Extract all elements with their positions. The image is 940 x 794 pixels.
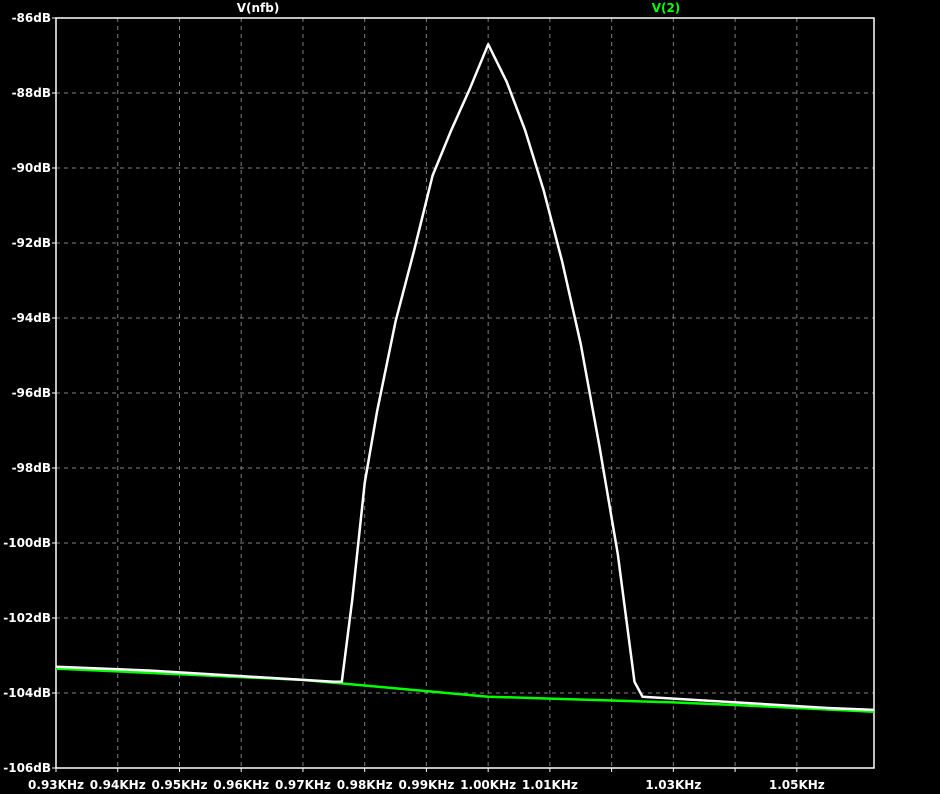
y-tick-label-4: -94dB [12, 311, 51, 325]
legend-entry-1[interactable]: V(2) [652, 1, 681, 15]
series-line-v-nfb [55, 43, 875, 712]
x-tick-label-8: 1.01KHz [522, 778, 578, 792]
series-traces [55, 43, 875, 714]
x-axis-tick-labels: 0.93KHz 0.94KHz 0.95KHz 0.96KHz 0.97KHz 0.98K… [28, 778, 825, 792]
x-tick-label-0: 0.93KHz [28, 778, 84, 792]
grid [52, 17, 874, 772]
x-tick-label-5: 0.98KHz [337, 778, 393, 792]
series-line-v-2 [55, 667, 875, 714]
y-tick-label-9: -104dB [3, 686, 51, 700]
x-tick-label-4: 0.97KHz [275, 778, 331, 792]
y-tick-label-8: -102dB [3, 611, 51, 625]
x-tick-label-6: 0.99KHz [398, 778, 454, 792]
y-axis-tick-labels: -86dB -88dB -90dB -92dB -94dB -96dB -98dB -100d… [3, 11, 51, 775]
y-tick-label-0: -86dB [12, 11, 51, 25]
x-tick-label-3: 0.96KHz [213, 778, 269, 792]
y-tick-label-7: -100dB [3, 536, 51, 550]
legend: V(nfb) V(2) [237, 1, 681, 15]
y-tick-label-2: -90dB [12, 161, 51, 175]
x-tick-label-1: 0.94KHz [90, 778, 146, 792]
frequency-response-plot: -86dB -88dB -90dB -92dB -94dB -96dB -98dB -100d… [3, 1, 875, 792]
y-tick-label-10: -106dB [3, 761, 51, 775]
x-tick-label-9: 1.03KHz [645, 778, 701, 792]
y-tick-label-3: -92dB [12, 236, 51, 250]
x-tick-label-2: 0.95KHz [152, 778, 208, 792]
y-tick-label-5: -96dB [12, 386, 51, 400]
y-tick-label-6: -98dB [12, 461, 51, 475]
x-tick-label-7: 1.00KHz [460, 778, 516, 792]
y-tick-label-1: -88dB [12, 86, 51, 100]
legend-entry-0[interactable]: V(nfb) [237, 1, 280, 15]
x-tick-label-10: 1.05KHz [769, 778, 825, 792]
